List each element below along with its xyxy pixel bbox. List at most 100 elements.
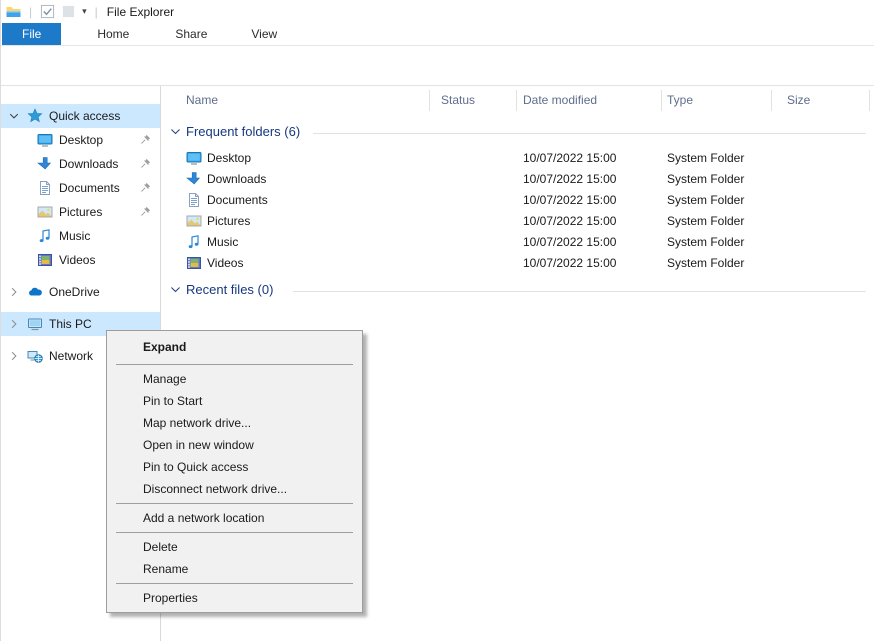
file-type: System Folder [667,256,744,270]
documents-icon [186,192,202,208]
column-header-row: Name Status Date modified Type Size [161,88,874,113]
sidebar-item-label: Downloads [59,157,118,171]
chevron-down-icon[interactable] [169,283,182,296]
menu-item-delete[interactable]: Delete [107,536,362,558]
window-title: File Explorer [107,5,174,19]
videos-icon [186,255,202,271]
column-divider[interactable] [429,90,430,111]
menu-item-add-a-network-location[interactable]: Add a network location [107,507,362,529]
tab-home[interactable]: Home [83,23,143,45]
menu-item-properties[interactable]: Properties [107,587,362,609]
sidebar-item-documents[interactable]: Documents [1,176,160,200]
menu-separator [116,364,353,365]
file-type: System Folder [667,193,744,207]
file-date-modified: 10/07/2022 15:00 [523,172,616,186]
file-date-modified: 10/07/2022 15:00 [523,235,616,249]
pictures-icon [37,204,53,220]
file-date-modified: 10/07/2022 15:00 [523,256,616,270]
chevron-right-icon[interactable] [7,317,21,331]
chevron-right-icon[interactable] [7,349,21,363]
sidebar-item-label: Videos [59,253,95,267]
context-menu: Expand Manage Pin to Start Map network d… [106,330,363,613]
pin-icon [139,205,152,218]
onedrive-icon [27,284,43,300]
downloads-icon [37,156,53,172]
menu-item-disconnect-network-drive[interactable]: Disconnect network drive... [107,478,362,500]
group-header-label: Recent files (0) [186,282,273,297]
menu-separator [116,503,353,504]
file-name: Downloads [207,172,266,186]
chevron-right-icon[interactable] [7,285,21,299]
column-header-name[interactable]: Name [186,93,218,107]
file-name: Documents [207,193,268,207]
titlebar-separator: | [95,5,98,19]
chevron-down-icon[interactable] [169,125,182,138]
pin-icon [139,133,152,146]
sidebar-item-onedrive[interactable]: OneDrive [1,280,160,304]
file-name: Videos [207,256,243,270]
file-row-documents[interactable]: Documents 10/07/2022 15:00 System Folder [161,190,874,211]
desktop-icon [37,132,53,148]
tab-share[interactable]: Share [161,23,221,45]
file-explorer-window: | ▾ | File Explorer File Home Share View… [0,0,874,641]
column-divider[interactable] [661,90,662,111]
customize-quick-access-toolbar-icon[interactable]: ▾ [82,7,87,16]
sidebar-item-videos[interactable]: Videos [1,248,160,272]
chevron-down-icon[interactable] [7,109,21,123]
file-row-downloads[interactable]: Downloads 10/07/2022 15:00 System Folder [161,169,874,190]
sidebar-item-quick-access[interactable]: Quick access [1,104,160,128]
titlebar: | ▾ | File Explorer [1,0,874,23]
menu-item-pin-to-quick-access[interactable]: Pin to Quick access [107,456,362,478]
sidebar-item-label: Documents [59,181,120,195]
new-folder-quick-button[interactable] [60,4,77,20]
file-type: System Folder [667,172,744,186]
titlebar-separator: | [29,5,32,19]
menu-item-map-network-drive[interactable]: Map network drive... [107,412,362,434]
sidebar-item-downloads[interactable]: Downloads [1,152,160,176]
column-header-date-modified[interactable]: Date modified [523,93,597,107]
file-row-pictures[interactable]: Pictures 10/07/2022 15:00 System Folder [161,211,874,232]
menu-item-open-in-new-window[interactable]: Open in new window [107,434,362,456]
column-divider[interactable] [869,90,870,111]
tab-file[interactable]: File [2,23,61,45]
column-header-status[interactable]: Status [441,93,475,107]
group-header-frequent-folders[interactable]: Frequent folders (6) [169,124,300,139]
ribbon-tabs: File Home Share View [1,23,874,46]
sidebar-item-label: Desktop [59,133,103,147]
group-header-recent-files[interactable]: Recent files (0) [169,282,273,297]
properties-quick-button[interactable] [39,4,56,20]
downloads-icon [186,171,202,187]
menu-separator [116,583,353,584]
menu-item-manage[interactable]: Manage [107,368,362,390]
group-header-label: Frequent folders (6) [186,124,300,139]
menu-item-expand[interactable]: Expand [107,334,362,361]
sidebar-item-label: Music [59,229,90,243]
menu-item-rename[interactable]: Rename [107,558,362,580]
pin-icon [139,181,152,194]
file-row-desktop[interactable]: Desktop 10/07/2022 15:00 System Folder [161,148,874,169]
videos-icon [37,252,53,268]
file-type: System Folder [667,214,744,228]
desktop-icon [186,150,202,166]
menu-item-pin-to-start[interactable]: Pin to Start [107,390,362,412]
group-header-line [313,133,866,134]
music-icon [186,234,202,250]
file-row-videos[interactable]: Videos 10/07/2022 15:00 System Folder [161,253,874,274]
sidebar-item-desktop[interactable]: Desktop [1,128,160,152]
column-header-size[interactable]: Size [787,93,810,107]
sidebar-item-label: Network [49,349,93,363]
file-name: Desktop [207,151,251,165]
column-divider[interactable] [516,90,517,111]
file-date-modified: 10/07/2022 15:00 [523,214,616,228]
file-name: Pictures [207,214,250,228]
sidebar-item-music[interactable]: Music [1,224,160,248]
navigation-bar: ❯ Quick access ❯ [1,47,874,86]
file-type: System Folder [667,151,744,165]
column-divider[interactable] [771,90,772,111]
pin-icon [139,157,152,170]
file-row-music[interactable]: Music 10/07/2022 15:00 System Folder [161,232,874,253]
tab-view[interactable]: View [237,23,291,45]
column-header-type[interactable]: Type [667,93,693,107]
file-date-modified: 10/07/2022 15:00 [523,193,616,207]
sidebar-item-pictures[interactable]: Pictures [1,200,160,224]
